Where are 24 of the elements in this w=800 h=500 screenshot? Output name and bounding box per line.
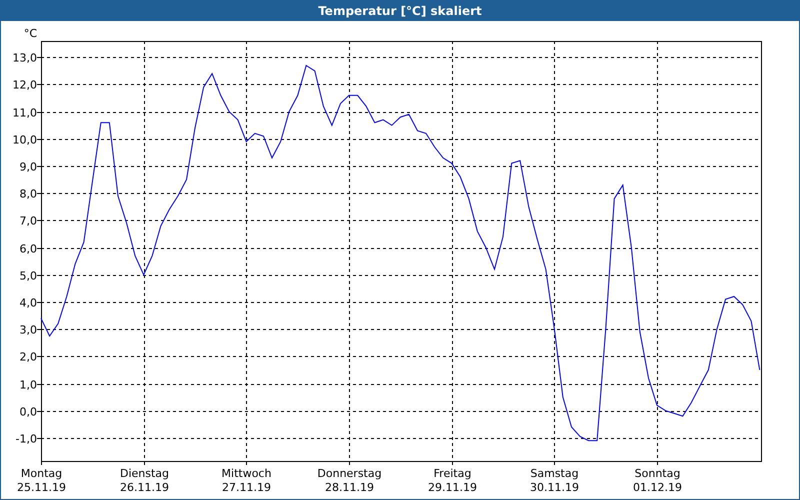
x-tick-label: Freitag 29.11.19	[428, 467, 477, 494]
y-tick-label: 3,0	[20, 324, 37, 336]
y-axis-unit: °C	[24, 27, 37, 40]
x-tick-label: Dienstag 26.11.19	[120, 467, 170, 494]
y-tick-label: 12,0	[12, 78, 37, 92]
y-tick-label: -1,0	[16, 432, 37, 446]
y-tick-label: 11,0	[12, 106, 37, 120]
y-tick-label: 4,0	[20, 296, 37, 310]
y-tick-label: 5,0	[20, 270, 37, 282]
window-title: Temperatur [°C] skaliert	[1, 1, 799, 21]
x-tick-label: Mittwoch 27.11.19	[222, 467, 272, 494]
x-tick-label: Sonntag 01.12.19	[633, 467, 682, 494]
y-tick-label: 2,0	[20, 350, 37, 364]
y-tick-label: 1,0	[20, 378, 37, 392]
y-tick-label: 7,0	[20, 214, 37, 228]
y-tick-label: 8,0	[20, 188, 37, 200]
y-tick-label: 10,0	[12, 134, 37, 146]
y-tick-label: 9,0	[20, 160, 37, 174]
x-tick-label: Samstag 30.11.19	[530, 467, 579, 494]
x-tick-label: Donnerstag 28.11.19	[317, 467, 382, 494]
x-tick-label: Montag 25.11.19	[17, 467, 66, 494]
y-tick-label: 13,0	[12, 52, 37, 64]
y-tick-label: 6,0	[20, 242, 37, 256]
y-tick-label: 0,0	[20, 406, 37, 418]
